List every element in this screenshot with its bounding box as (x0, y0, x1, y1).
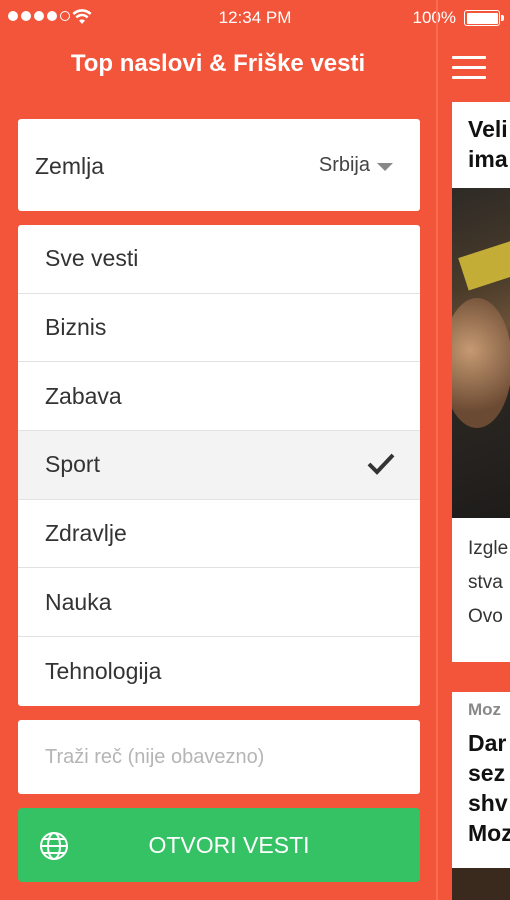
category-label: Nauka (45, 588, 112, 615)
category-list: Sve vesti Biznis Zabava Sport Zdravlje N… (18, 225, 420, 706)
battery-icon (464, 10, 504, 26)
category-label: Zdravlje (45, 520, 127, 547)
category-label: Biznis (45, 314, 107, 341)
category-label: Zabava (45, 382, 122, 409)
news-card-source: Moz (468, 700, 502, 719)
news-card-excerpt: Izgle stva Ovo (468, 538, 509, 627)
country-value: Srbija (318, 154, 370, 176)
country-label: Zemlja (35, 153, 105, 179)
category-item-zdravlje[interactable]: Zdravlje (18, 500, 420, 569)
category-label: Sve vesti (45, 245, 139, 272)
category-item-zabava[interactable]: Zabava (18, 362, 420, 432)
news-card[interactable]: Veli ima Izgle stva Ovo (452, 102, 510, 662)
category-item-nauka[interactable]: Nauka (18, 568, 420, 638)
hamburger-menu-icon[interactable] (452, 56, 486, 82)
news-card-image (452, 188, 510, 518)
category-label: Sport (45, 451, 100, 478)
open-news-button[interactable]: OTVORI VESTI (18, 808, 420, 882)
category-item-sport[interactable]: Sport (18, 431, 420, 500)
category-label: Tehnologija (45, 657, 162, 684)
panel-divider (436, 0, 438, 900)
news-card[interactable]: Moz Dar sez shv Moz (452, 692, 510, 900)
search-input[interactable] (18, 720, 420, 794)
open-news-label: OTVORI VESTI (148, 831, 310, 858)
checkmark-icon (367, 453, 395, 475)
news-card-title: Veli ima (468, 116, 508, 172)
category-item-biznis[interactable]: Biznis (18, 294, 420, 363)
page-title: Top naslovi & Friške vesti (70, 50, 366, 77)
battery-percent: 100% (412, 8, 456, 27)
status-bar: 12:34 PM 100% (0, 0, 510, 36)
category-item-tehnologija[interactable]: Tehnologija (18, 637, 420, 706)
news-card-image (452, 868, 510, 900)
news-card-title: Dar sez shv Moz (468, 730, 510, 846)
chevron-down-icon (377, 163, 393, 171)
search-field-wrapper (18, 720, 420, 794)
globe-icon (40, 832, 68, 860)
country-select[interactable]: Zemlja Srbija (18, 119, 420, 211)
category-item-sve-vesti[interactable]: Sve vesti (18, 225, 420, 294)
